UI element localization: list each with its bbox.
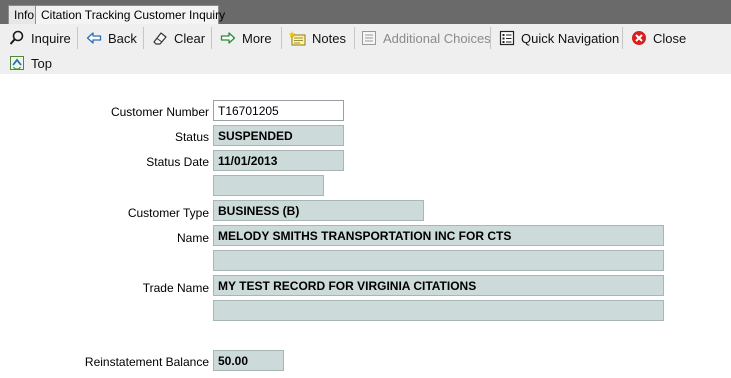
customer-type-field: BUSINESS (B) bbox=[213, 200, 424, 221]
close-label: Close bbox=[653, 30, 687, 46]
quick-navigation-label: Quick Navigation bbox=[521, 30, 620, 46]
reinstatement-balance-field: 50.00 bbox=[213, 350, 284, 371]
clear-button[interactable]: Clear bbox=[151, 27, 205, 49]
close-button[interactable]: Close bbox=[630, 27, 686, 49]
close-icon bbox=[630, 29, 648, 47]
magnifier-icon bbox=[8, 29, 26, 47]
quick-navigation-icon bbox=[498, 29, 516, 47]
customer-number-field[interactable]: T16701205 bbox=[213, 100, 344, 121]
reinstatement-balance-label: Reinstatement Balance bbox=[84, 355, 209, 369]
tab-strip: Info Citation Tracking Customer Inquiry bbox=[0, 0, 731, 24]
status-field: SUSPENDED bbox=[213, 125, 344, 146]
customer-type-label: Customer Type bbox=[127, 206, 209, 220]
name-label: Name bbox=[176, 231, 209, 245]
toolbar-separator bbox=[281, 27, 282, 49]
top-button[interactable]: Top bbox=[8, 52, 52, 74]
additional-choices-label: Additional Choices bbox=[383, 30, 491, 46]
top-label: Top bbox=[31, 55, 52, 71]
back-button[interactable]: Back bbox=[85, 27, 137, 49]
clear-label: Clear bbox=[174, 30, 206, 46]
name-line2-field bbox=[213, 250, 664, 271]
tab-info[interactable]: Info bbox=[8, 5, 36, 24]
trade-name-label: Trade Name bbox=[142, 281, 209, 295]
quick-navigation-button[interactable]: Quick Navigation bbox=[498, 27, 619, 49]
inquire-label: Inquire bbox=[31, 30, 71, 46]
more-button[interactable]: More bbox=[219, 27, 272, 49]
toolbar-separator bbox=[143, 27, 144, 49]
status-date-field: 11/01/2013 bbox=[213, 150, 344, 171]
customer-number-label: Customer Number bbox=[110, 105, 209, 119]
notes-button[interactable]: Notes bbox=[289, 27, 346, 49]
back-label: Back bbox=[108, 30, 137, 46]
list-icon bbox=[360, 29, 378, 47]
notes-icon bbox=[289, 29, 307, 47]
toolbar-separator bbox=[77, 27, 78, 49]
eraser-icon bbox=[151, 29, 169, 47]
status-date-label: Status Date bbox=[146, 155, 209, 169]
arrow-left-icon bbox=[85, 29, 103, 47]
status-label: Status bbox=[174, 130, 209, 144]
trade-name-line2-field bbox=[213, 300, 664, 321]
toolbar-separator bbox=[622, 27, 623, 49]
status-extra-field bbox=[213, 175, 324, 196]
trade-name-field: MY TEST RECORD FOR VIRGINIA CITATIONS bbox=[213, 275, 664, 296]
toolbar-separator bbox=[211, 27, 212, 49]
additional-choices-button[interactable]: Additional Choices bbox=[360, 27, 491, 49]
top-icon bbox=[8, 54, 26, 72]
arrow-right-icon bbox=[219, 29, 237, 47]
toolbar-separator bbox=[354, 27, 355, 49]
more-label: More bbox=[242, 30, 272, 46]
toolbar-separator bbox=[490, 27, 491, 49]
tab-citation-tracking-customer-inquiry[interactable]: Citation Tracking Customer Inquiry bbox=[35, 5, 225, 24]
name-field: MELODY SMITHS TRANSPORTATION INC FOR CTS bbox=[213, 225, 664, 246]
inquire-button[interactable]: Inquire bbox=[8, 27, 71, 49]
notes-label: Notes bbox=[312, 30, 346, 46]
